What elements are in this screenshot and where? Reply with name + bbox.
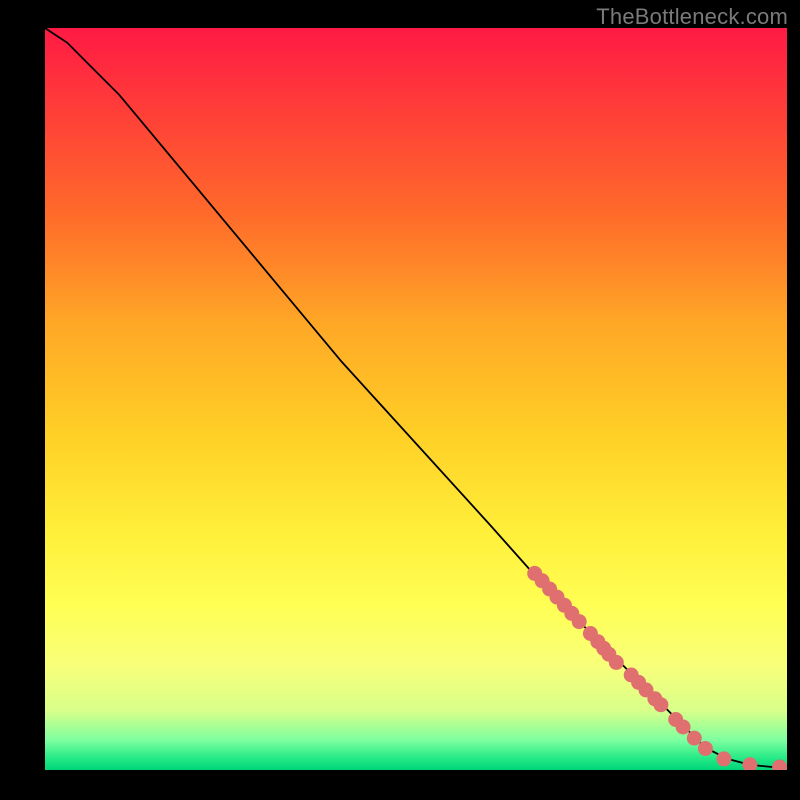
data-point xyxy=(609,655,624,670)
data-point xyxy=(772,760,787,771)
marker-group xyxy=(527,566,787,770)
data-point xyxy=(716,751,731,766)
attribution-text: TheBottleneck.com xyxy=(596,4,788,30)
data-point xyxy=(653,697,668,712)
chart-svg xyxy=(45,28,787,770)
plot-area xyxy=(45,28,787,770)
data-point xyxy=(698,741,713,756)
data-point xyxy=(676,720,691,735)
curve-line xyxy=(45,28,787,768)
chart-frame: TheBottleneck.com xyxy=(0,0,800,800)
data-point xyxy=(572,614,587,629)
data-point xyxy=(742,757,757,770)
data-point xyxy=(687,731,702,746)
